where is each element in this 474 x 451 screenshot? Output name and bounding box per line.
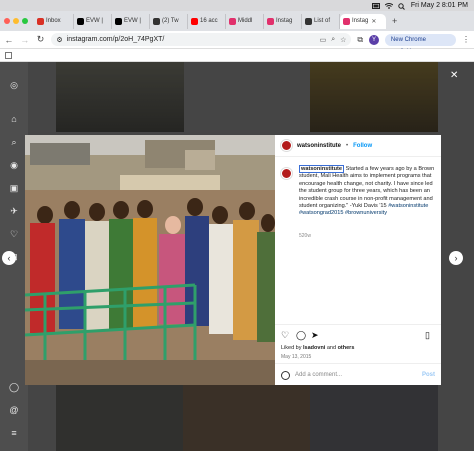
tab-label: EVW |	[86, 18, 103, 24]
reload-icon[interactable]: ↻	[36, 34, 46, 45]
previous-post-arrow[interactable]: ‹	[2, 251, 16, 265]
wifi-icon[interactable]	[384, 2, 394, 9]
new-chrome-available-button[interactable]: New Chrome available	[384, 33, 457, 55]
window-controls	[4, 18, 28, 24]
author-username[interactable]: watsoninstitute	[297, 143, 341, 149]
tab-label: Instag	[276, 18, 293, 24]
tab-label: 16 acc	[200, 18, 218, 24]
profile-avatar[interactable]: Y	[369, 34, 379, 45]
reels-icon[interactable]: ▣	[9, 183, 19, 193]
x-icon	[115, 17, 122, 25]
tab-label: EVW |	[124, 18, 141, 24]
tab-strip: Inbox EVW | EVW | (2) Tw 16 acc Middl In…	[0, 11, 474, 31]
post-actions: ♡ ◯ ➤ ▯ Liked by lsadovni and others May…	[275, 324, 441, 385]
youtube-icon	[191, 17, 198, 25]
tab-youtube[interactable]: 16 acc	[188, 13, 226, 29]
post-date: May 13, 2015	[281, 354, 312, 360]
emoji-icon[interactable]	[281, 370, 290, 380]
share-icon[interactable]: ➤	[311, 330, 319, 340]
gmail-icon	[37, 17, 44, 25]
tab-twitter[interactable]: (2) Tw	[150, 13, 188, 29]
page-icon	[153, 17, 160, 25]
caption-text: watsoninstitute Started a few years ago …	[299, 165, 435, 218]
tab-instagram-middle[interactable]: Middl	[226, 13, 264, 29]
liked-others[interactable]: others	[338, 345, 355, 351]
liked-user[interactable]: lsadovni	[303, 345, 325, 351]
tab-label: Inbox	[46, 18, 61, 24]
instagram-icon	[343, 17, 350, 25]
bookmark-star-icon[interactable]: ☆	[340, 36, 346, 44]
tab-evw-1[interactable]: EVW |	[74, 13, 112, 29]
threads-icon[interactable]: @	[9, 405, 19, 415]
url-bar[interactable]: ⚙ instagram.com/p/2oH_74PgXT/ ▭ ⌕ ☆	[51, 33, 352, 46]
next-post-arrow[interactable]: ›	[449, 251, 463, 265]
page-icon	[305, 17, 312, 25]
address-toolbar: ← → ↻ ⚙ instagram.com/p/2oH_74PgXT/ ▭ ⌕ ☆ …	[0, 31, 474, 55]
search-icon[interactable]	[398, 2, 405, 10]
more-menu-icon[interactable]: ⋮	[462, 35, 470, 44]
post-details-panel: watsoninstitute • Follow watsoninstitute…	[275, 135, 441, 385]
url-text: instagram.com/p/2oH_74PgXT/	[66, 36, 165, 43]
post-comment-button[interactable]: Post	[422, 372, 435, 378]
separator-dot: •	[346, 142, 349, 149]
author-avatar[interactable]	[281, 140, 292, 151]
extensions-icon[interactable]: ⧉	[357, 35, 363, 45]
zoom-icon[interactable]: ⌕	[331, 36, 335, 44]
post-header: watsoninstitute • Follow	[275, 135, 441, 157]
x-icon	[77, 17, 84, 25]
close-tab-icon[interactable]: ✕	[371, 18, 376, 25]
tab-inbox[interactable]: Inbox	[34, 13, 74, 29]
tab-label: List of	[314, 18, 331, 24]
caption-author-avatar[interactable]	[281, 168, 292, 179]
save-bookmark-icon[interactable]: ▯	[425, 330, 430, 340]
macos-menubar: Fri May 2 8:01 PM	[0, 0, 474, 11]
bookmarks-bar	[0, 49, 474, 62]
comment-input[interactable]: Add a comment...	[295, 372, 342, 378]
cast-icon[interactable]: ▭	[320, 36, 327, 44]
tab-label: (2) Tw	[162, 18, 179, 24]
instagram-icon	[267, 17, 274, 25]
tab-instagram-active[interactable]: Instag ✕	[340, 13, 386, 29]
instagram-logo-icon[interactable]: ◎	[9, 80, 19, 90]
instagram-icon	[229, 17, 236, 25]
instagram-page: ◎ ⌂ ⌕ ◉ ▣ ✈ ♡ ⊞ ◯ @ ≡ ‹ › ✕	[0, 62, 474, 451]
post-photo[interactable]	[25, 135, 275, 385]
zoom-window-button[interactable]	[22, 18, 28, 24]
menubar-datetime[interactable]: Fri May 2 8:01 PM	[411, 2, 468, 9]
apps-grid-icon[interactable]	[5, 52, 12, 59]
site-settings-icon[interactable]: ⚙	[56, 36, 62, 44]
group-photo-illustration	[25, 135, 275, 385]
post-modal: watsoninstitute • Follow watsoninstitute…	[25, 135, 441, 385]
search-icon[interactable]: ⌕	[9, 137, 19, 147]
tab-instagram-2[interactable]: Instag	[264, 13, 302, 29]
tab-label: Instag	[352, 18, 369, 24]
minimize-window-button[interactable]	[13, 18, 19, 24]
explore-icon[interactable]: ◉	[9, 160, 19, 170]
close-window-button[interactable]	[4, 18, 10, 24]
caption-timestamp: 520w	[299, 233, 311, 239]
messages-icon[interactable]: ✈	[9, 206, 19, 216]
more-menu-icon[interactable]: ≡	[9, 428, 19, 438]
new-tab-button[interactable]: +	[392, 16, 397, 26]
follow-button[interactable]: Follow	[353, 143, 372, 149]
home-icon[interactable]: ⌂	[9, 114, 19, 124]
liked-and: and	[325, 345, 338, 351]
tab-evw-2[interactable]: EVW |	[112, 13, 150, 29]
close-modal-icon[interactable]: ✕	[450, 70, 458, 81]
comment-icon[interactable]: ◯	[296, 330, 306, 340]
notifications-heart-icon[interactable]: ♡	[9, 229, 19, 239]
tab-list-of[interactable]: List of	[302, 13, 340, 29]
tab-label: Middl	[238, 18, 253, 24]
likes-summary: Liked by lsadovni and others	[281, 345, 354, 351]
forward-icon[interactable]: →	[20, 35, 30, 45]
back-icon[interactable]: ←	[4, 35, 14, 45]
like-heart-icon[interactable]: ♡	[281, 330, 289, 340]
caption-username[interactable]: watsoninstitute	[299, 165, 345, 173]
battery-icon[interactable]	[371, 2, 380, 9]
liked-prefix: Liked by	[281, 345, 304, 351]
meta-threads-icon[interactable]: ◯	[9, 382, 19, 392]
comment-box: Add a comment... Post	[275, 363, 441, 386]
